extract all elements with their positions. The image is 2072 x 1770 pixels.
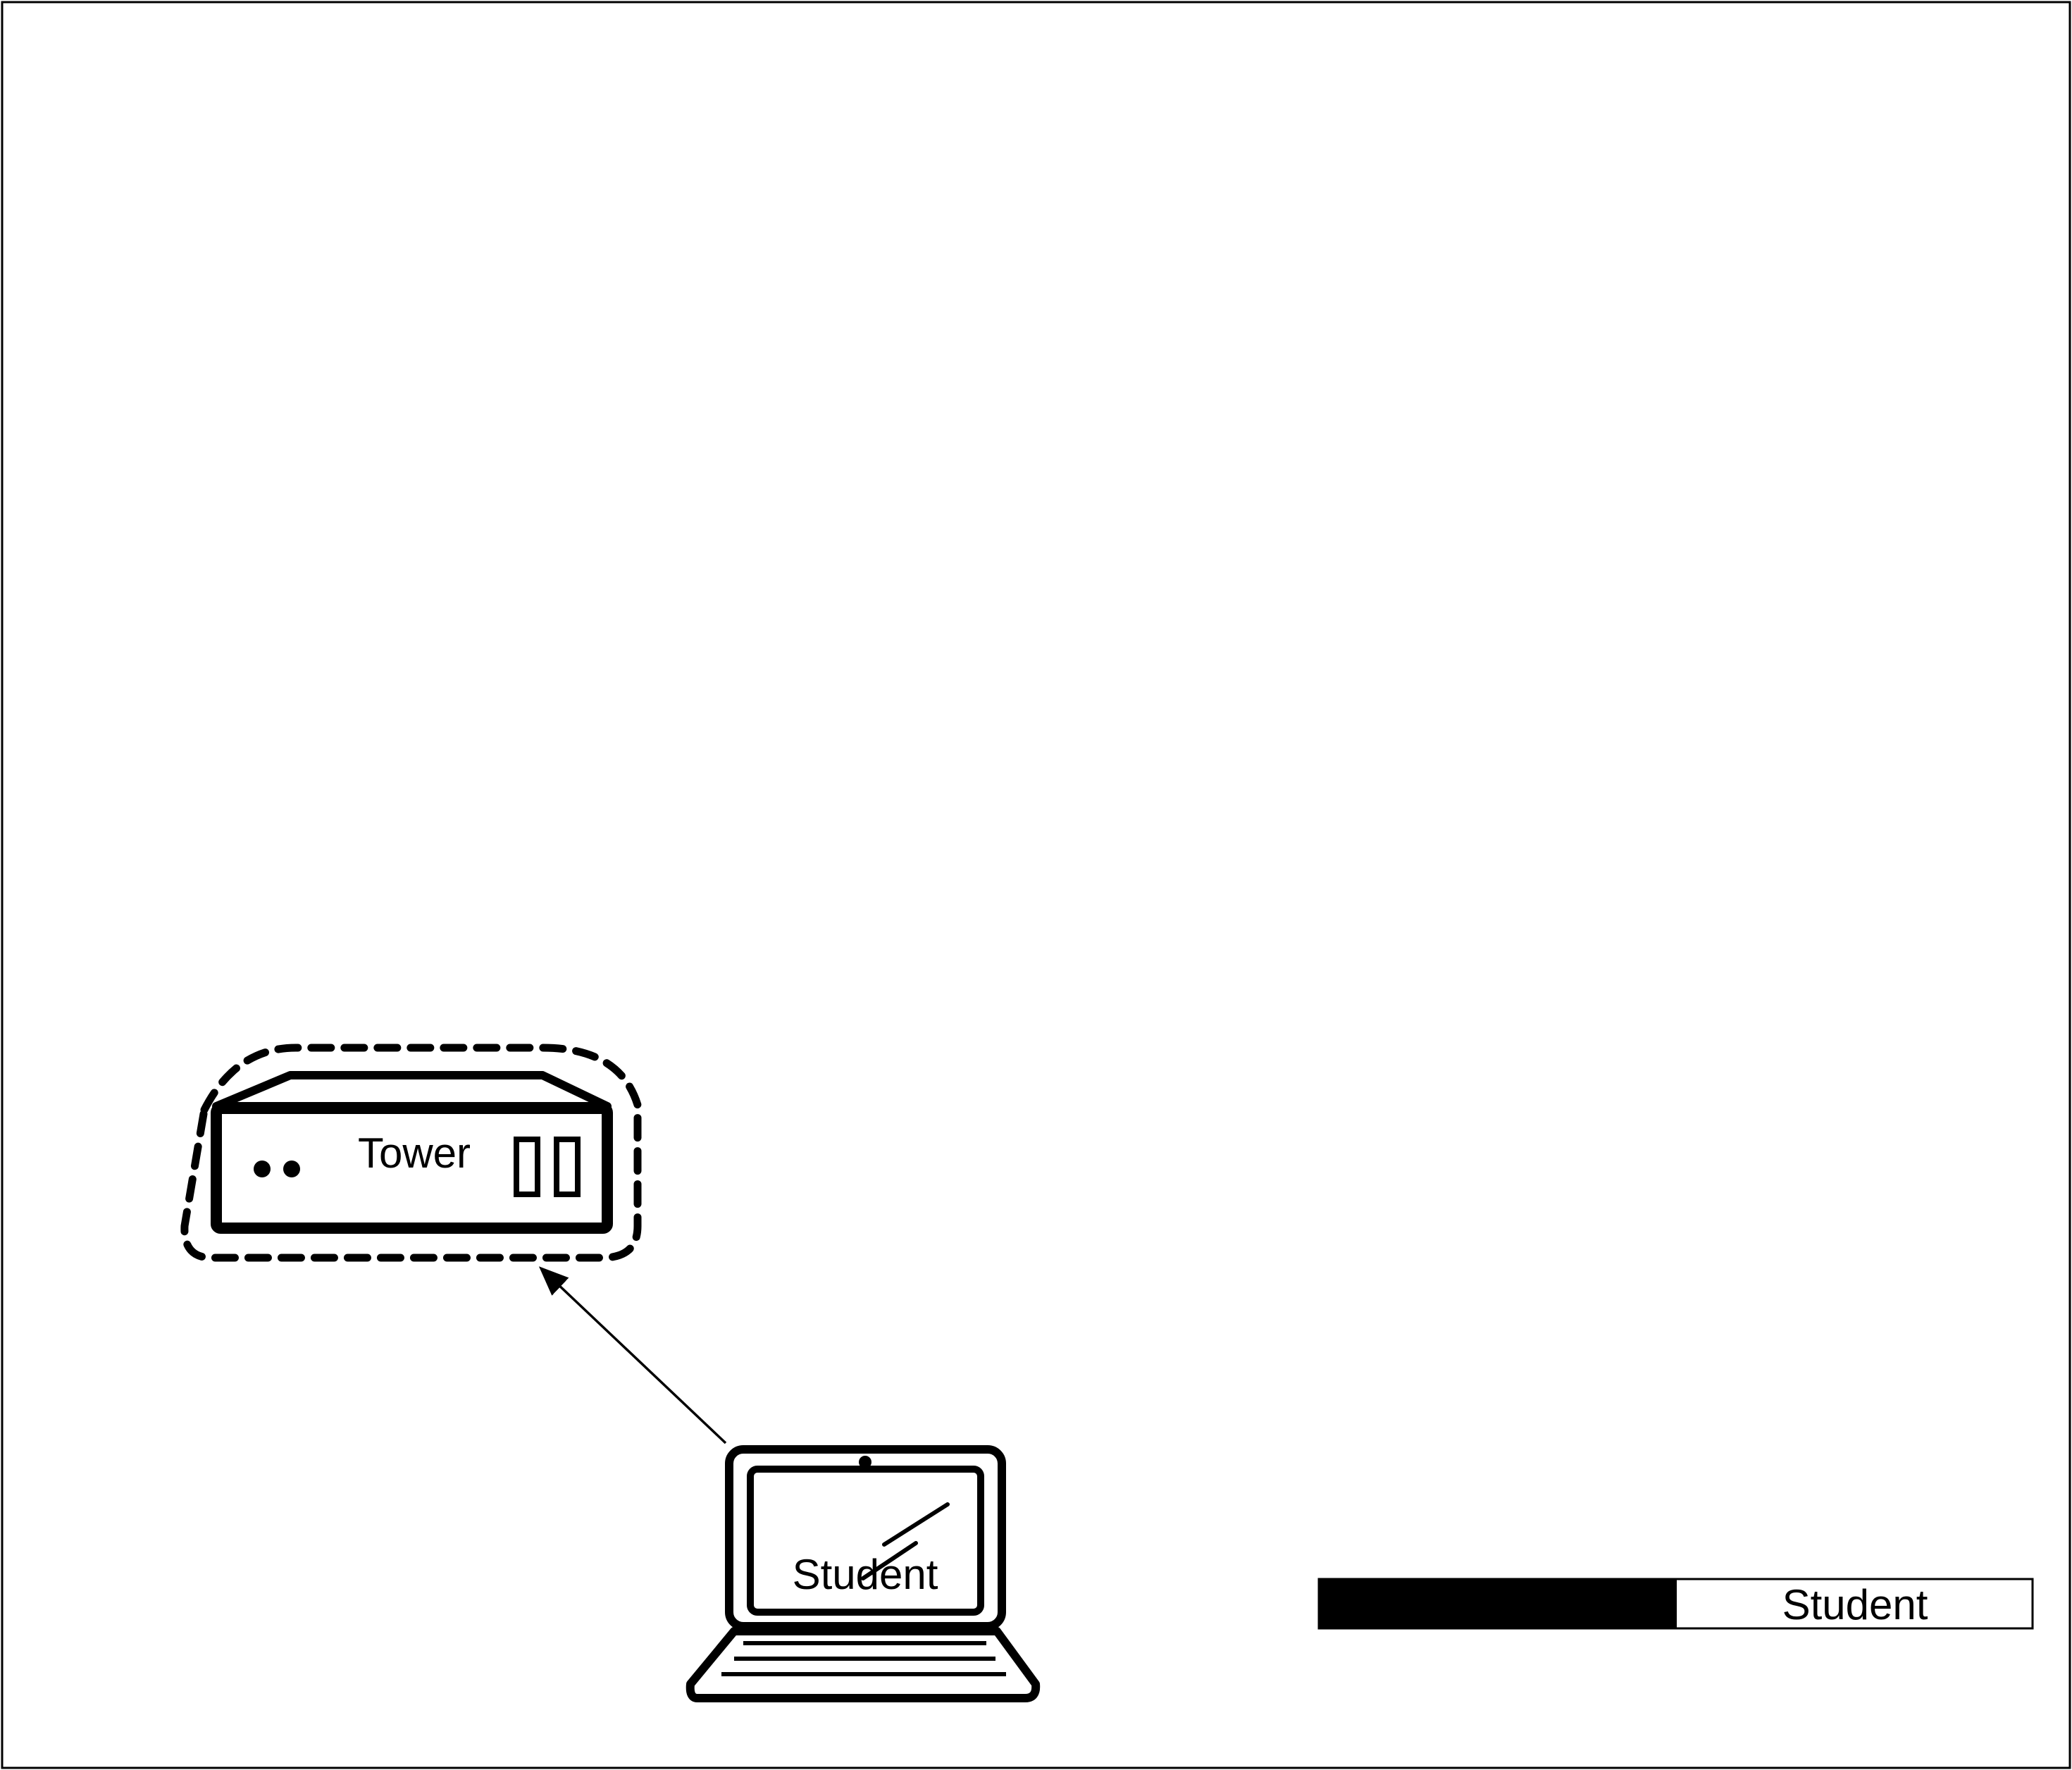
- diagram-border: [1, 1, 2071, 1769]
- student-laptop-label: Student: [793, 1551, 938, 1598]
- legend-label: Student: [1782, 1581, 1928, 1628]
- tower-label: Tower: [358, 1130, 471, 1177]
- tower-node[interactable]: Tower: [180, 1044, 642, 1262]
- diagram-svg: Tower Student Student: [1, 1, 2071, 1769]
- edge-student-to-tower: [538, 1266, 727, 1444]
- legend-swatch: [1319, 1579, 1677, 1628]
- student-laptop-node[interactable]: Student: [686, 1445, 1041, 1702]
- legend: Student: [1317, 1578, 2034, 1630]
- diagram-canvas: Tower Student Student: [0, 0, 2072, 1770]
